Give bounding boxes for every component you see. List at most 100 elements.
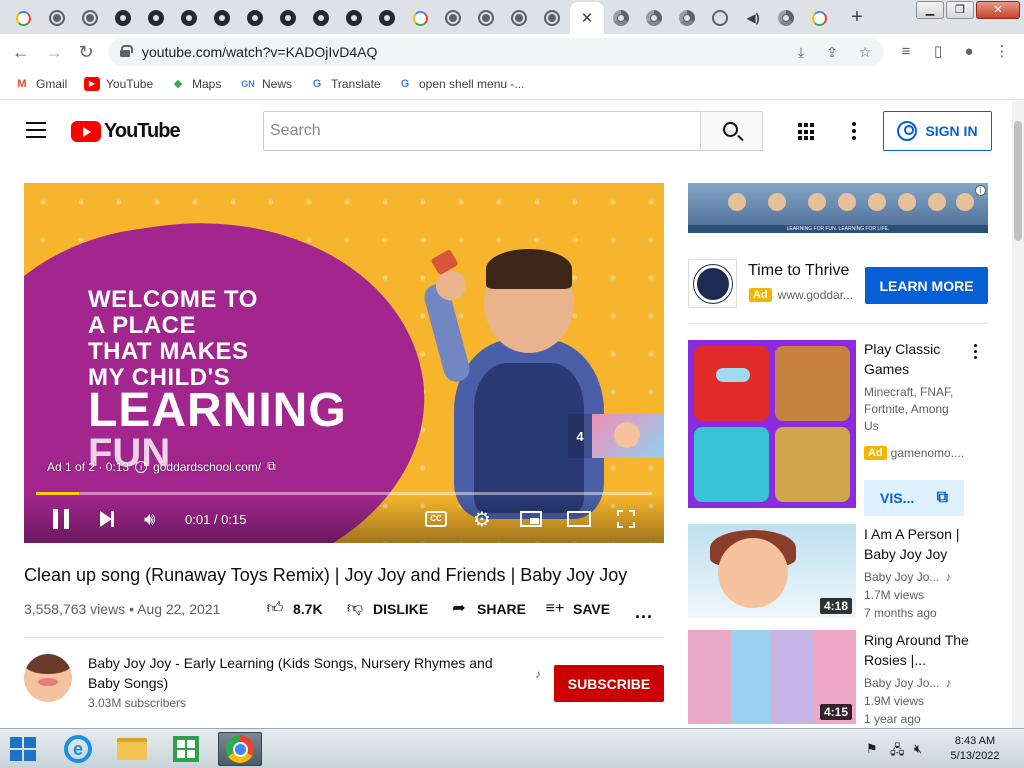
skip-ad-preview[interactable]: 4 — [568, 414, 664, 458]
bookmark-gmail[interactable]: M Gmail — [14, 77, 67, 91]
tab-history[interactable] — [705, 4, 735, 32]
taskbar-store[interactable] — [164, 732, 208, 766]
close-window-button[interactable]: ✕ — [976, 1, 1020, 19]
back-button[interactable]: ← — [10, 41, 32, 63]
tab-globe[interactable] — [75, 4, 105, 32]
apps-icon[interactable] — [798, 123, 816, 141]
recommended-channel[interactable]: Baby Joy Jo... ♪ — [864, 570, 951, 584]
search-button[interactable] — [700, 111, 763, 151]
pause-button[interactable] — [52, 507, 70, 531]
recommended-title[interactable]: Ring Around The Rosies |... — [864, 630, 974, 670]
learn-more-button[interactable]: LEARN MORE — [865, 267, 988, 304]
tab-chrome[interactable] — [771, 4, 801, 32]
reload-button[interactable]: ↻ — [75, 41, 97, 63]
more-options-icon[interactable] — [974, 344, 978, 362]
lock-icon[interactable] — [120, 45, 133, 57]
tab-globe[interactable] — [537, 4, 567, 32]
page-scrollbar[interactable] — [1012, 101, 1024, 728]
minimize-button[interactable]: ▁ — [916, 1, 944, 19]
tab-globe[interactable] — [438, 4, 468, 32]
settings-button[interactable]: ⚙ — [473, 507, 491, 531]
visit-site-button[interactable]: VIS... ⧉ — [864, 480, 964, 516]
like-button[interactable]: 👍︎ 8.7K — [265, 600, 323, 618]
save-button[interactable]: ≡+ SAVE — [545, 600, 610, 618]
network-icon[interactable]: 🖧︎ — [890, 741, 905, 763]
recommended-title[interactable]: I Am A Person | Baby Joy Joy — [864, 524, 974, 564]
address-bar[interactable]: youtube.com/watch?v=KADOjIvD4AQ ⤓ ⇪ ☆ — [108, 38, 884, 66]
tab-chrome[interactable] — [672, 4, 702, 32]
profile-icon[interactable]: ● — [959, 42, 979, 62]
bookmark-translate[interactable]: G Translate — [309, 77, 381, 91]
more-actions-button[interactable]: ... — [635, 602, 653, 623]
external-link-icon[interactable]: ⧉ — [267, 459, 276, 474]
share-button[interactable]: ➦ SHARE — [449, 600, 526, 618]
advertiser-logo[interactable] — [688, 259, 737, 308]
system-clock[interactable]: 8:43 AM 5/13/2022 — [940, 734, 1010, 764]
ad-info-icon[interactable]: i — [135, 460, 148, 473]
fullscreen-button[interactable] — [617, 507, 635, 531]
search-input[interactable]: Search — [263, 111, 700, 151]
youtube-logo[interactable]: YouTube — [71, 120, 181, 143]
bookmark-youtube[interactable]: ▶ YouTube — [84, 77, 153, 91]
install-icon[interactable]: ⤓ — [792, 43, 810, 61]
mute-button[interactable]: 🔊︎ — [144, 507, 155, 531]
taskbar-file-explorer[interactable] — [110, 732, 154, 766]
tab-globe[interactable] — [42, 4, 72, 32]
tab-github[interactable] — [240, 4, 270, 32]
forward-button[interactable]: → — [43, 41, 65, 63]
games-ad-thumbnail[interactable] — [688, 340, 856, 508]
new-tab-button[interactable]: + — [846, 6, 868, 28]
tab-github[interactable] — [306, 4, 336, 32]
tab-github[interactable] — [174, 4, 204, 32]
sign-in-button[interactable]: SIGN IN — [883, 111, 992, 151]
channel-name[interactable]: Baby Joy Joy - Early Learning (Kids Song… — [88, 653, 528, 693]
tab-github[interactable] — [273, 4, 303, 32]
next-button[interactable] — [100, 507, 114, 531]
tab-chrome[interactable] — [639, 4, 669, 32]
dislike-button[interactable]: 👎︎ DISLIKE — [345, 600, 428, 618]
recommended-thumbnail[interactable]: 4:18 — [688, 524, 856, 618]
bookmark-maps[interactable]: ◆ Maps — [170, 77, 222, 91]
subtitles-button[interactable]: CC — [425, 507, 447, 531]
tab-chrome[interactable] — [606, 4, 636, 32]
tab-google[interactable] — [405, 4, 435, 32]
taskbar-chrome[interactable] — [218, 732, 262, 766]
recommended-thumbnail[interactable]: 4:15 — [688, 630, 856, 724]
ad-choices-icon[interactable]: i — [975, 185, 986, 196]
tab-github[interactable] — [108, 4, 138, 32]
volume-muted-icon[interactable]: 🔇︎ — [914, 741, 922, 757]
tab-active-youtube[interactable]: ✕ — [570, 2, 604, 34]
tab-google[interactable] — [8, 4, 38, 32]
theater-mode-button[interactable] — [567, 507, 591, 531]
start-button[interactable] — [10, 737, 36, 761]
side-panel-icon[interactable]: ▯ — [928, 42, 948, 62]
settings-menu-icon[interactable] — [852, 122, 856, 140]
tab-github[interactable] — [372, 4, 402, 32]
bookmark-news[interactable]: GN News — [240, 77, 292, 91]
recommended-channel[interactable]: Baby Joy Jo... ♪ — [864, 676, 951, 690]
url-text[interactable]: youtube.com/watch?v=KADOjIvD4AQ — [142, 44, 377, 60]
scrollbar-thumb[interactable] — [1014, 121, 1022, 241]
maximize-button[interactable]: ❐ — [946, 1, 974, 19]
games-ad-title[interactable]: Play Classic Games — [864, 339, 964, 379]
menu-icon[interactable] — [26, 122, 46, 138]
share-page-icon[interactable]: ⇪ — [823, 43, 841, 61]
taskbar-internet-explorer[interactable]: e — [56, 732, 100, 766]
tab-github[interactable] — [141, 4, 171, 32]
tab-github[interactable] — [339, 4, 369, 32]
ad-title[interactable]: Time to Thrive — [748, 262, 849, 280]
action-center-icon[interactable]: ⚑ — [866, 741, 878, 757]
tab-globe[interactable] — [471, 4, 501, 32]
subscribe-button[interactable]: SUBSCRIBE — [554, 665, 664, 702]
tab-globe[interactable] — [504, 4, 534, 32]
chrome-menu-icon[interactable]: ⋮ — [992, 42, 1012, 62]
bookmark-open-shell[interactable]: Gopen shell menu -... — [397, 77, 525, 91]
close-tab-icon[interactable]: ✕ — [581, 9, 594, 27]
channel-avatar[interactable] — [24, 654, 72, 702]
ad-domain-link[interactable]: goddardschool.com/ — [153, 460, 261, 474]
reading-list-icon[interactable]: ≡ — [896, 42, 916, 62]
video-player[interactable]: WELCOME TO A PLACE THAT MAKES MY CHILD'S… — [24, 183, 664, 543]
miniplayer-button[interactable] — [520, 507, 542, 531]
banner-ad[interactable]: LEARNING FOR FUN. LEARNING FOR LIFE. — [688, 183, 988, 233]
bookmark-star-icon[interactable]: ☆ — [856, 43, 874, 61]
